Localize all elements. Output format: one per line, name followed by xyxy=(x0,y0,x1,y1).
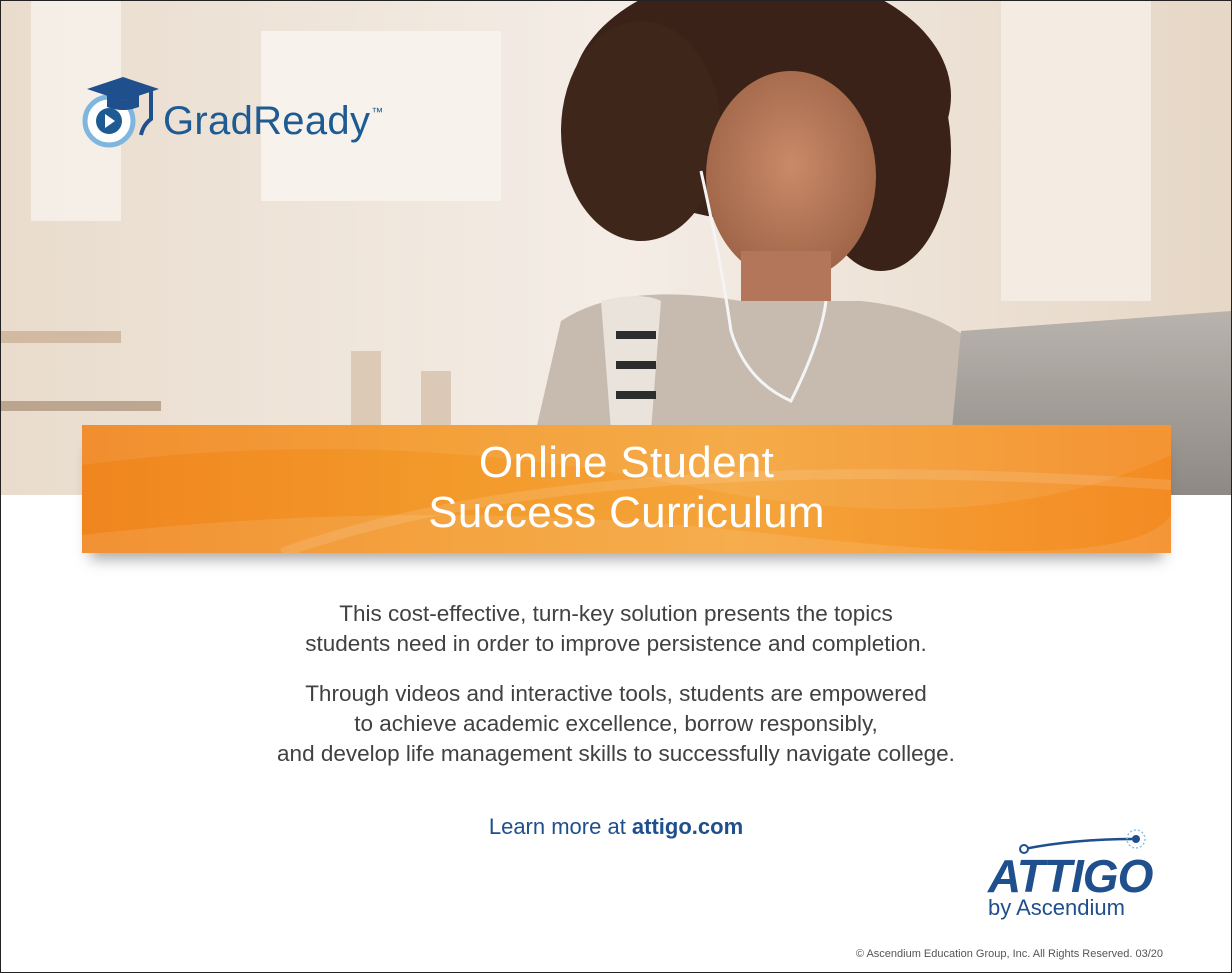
trademark-symbol: ™ xyxy=(371,104,384,119)
attigo-logo: ATTIGO by Ascendium xyxy=(984,827,1164,920)
play-graduation-cap-icon xyxy=(81,75,165,155)
learn-more-prefix: Learn more at xyxy=(488,814,632,839)
hero-photo: GradReady™ xyxy=(1,1,1231,495)
brand-name: GradReady™ xyxy=(163,98,384,143)
banner-title: Online Student Success Curriculum xyxy=(82,438,1171,538)
copyright-notice: © Ascendium Education Group, Inc. All Ri… xyxy=(855,948,1163,960)
banner-title-line2: Success Curriculum xyxy=(428,488,825,537)
benefits-line3: and develop life management skills to su… xyxy=(277,741,955,766)
banner-title-line1: Online Student xyxy=(478,438,775,487)
benefits-line1: Through videos and interactive tools, st… xyxy=(305,681,927,706)
flyer-page: GradReady™ Online Student Success Curric… xyxy=(0,0,1232,973)
learn-more-link[interactable]: attigo.com xyxy=(632,814,743,839)
intro-paragraph: This cost-effective, turn-key solution p… xyxy=(1,599,1231,659)
gradready-logo: GradReady™ xyxy=(81,75,384,155)
benefits-paragraph: Through videos and interactive tools, st… xyxy=(1,679,1231,769)
title-banner: Online Student Success Curriculum xyxy=(82,425,1171,553)
intro-line2: students need in order to improve persis… xyxy=(305,631,927,656)
benefits-line2: to achieve academic excellence, borrow r… xyxy=(354,711,878,736)
intro-line1: This cost-effective, turn-key solution p… xyxy=(339,601,893,626)
attigo-tagline: by Ascendium xyxy=(988,895,1125,920)
